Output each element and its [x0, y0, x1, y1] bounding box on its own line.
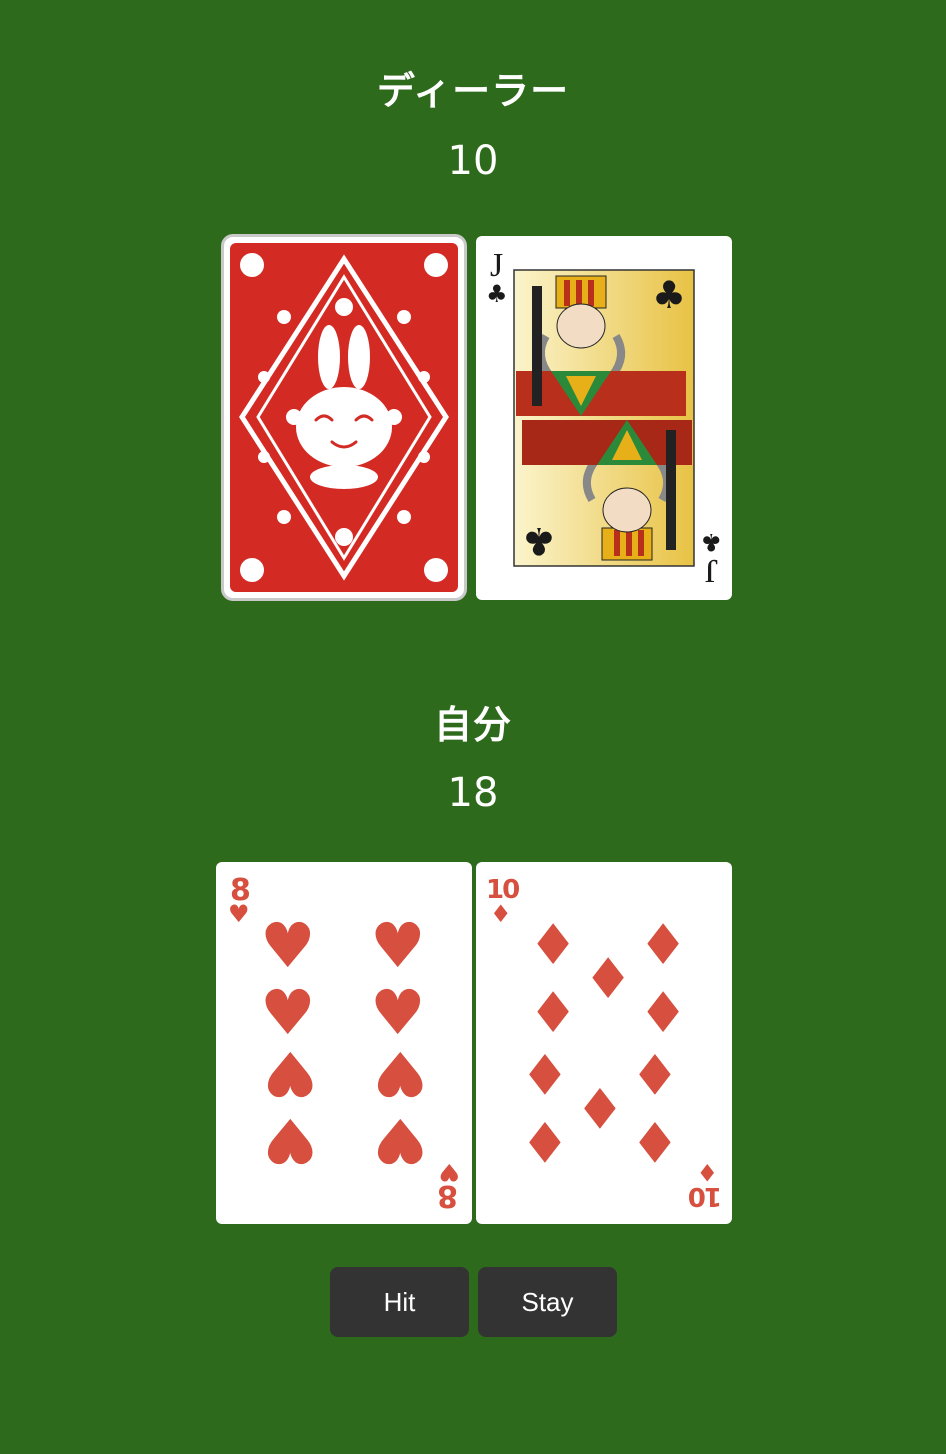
svg-text:J: J	[705, 552, 718, 589]
player-score: 18	[447, 770, 499, 816]
svg-text:♣: ♣	[652, 273, 686, 317]
player-card-8-hearts: 8 ♥ ♥ ♥ ♥ ♥ ♥ ♥ ♥ ♥ 8 ♥	[216, 862, 472, 1224]
svg-text:♦: ♦	[630, 1040, 680, 1105]
svg-text:♥: ♥	[260, 909, 316, 982]
svg-text:♥: ♥	[438, 1158, 460, 1186]
svg-text:♦: ♦	[583, 947, 633, 1012]
dealer-score: 10	[447, 138, 499, 184]
player-card-10-diamonds: 10 ♦ ♦ ♦ ♦ ♦ ♦ ♦ ♦ ♦ ♦ ♦ 10 ♦	[476, 862, 732, 1224]
dealer-header: ディーラー	[0, 60, 946, 115]
svg-text:♦: ♦	[520, 1040, 570, 1105]
svg-text:♥: ♥	[372, 1037, 428, 1110]
svg-text:♦: ♦	[520, 1108, 570, 1173]
svg-text:♥: ♥	[262, 1104, 318, 1177]
dealer-card-back	[221, 234, 467, 601]
svg-text:♦: ♦	[528, 981, 578, 1046]
stay-button[interactable]: Stay	[478, 1267, 617, 1337]
player-label: 自分	[433, 703, 512, 747]
svg-text:♥: ♥	[228, 900, 250, 928]
svg-text:♦: ♦	[630, 1108, 680, 1173]
svg-text:♦: ♦	[528, 913, 578, 978]
svg-text:♣: ♣	[486, 280, 508, 308]
player-header: 自分	[0, 694, 946, 749]
ten-diamonds-face: 10 ♦ ♦ ♦ ♦ ♦ ♦ ♦♦ ♦ ♦♦ 10 ♦	[486, 875, 722, 1211]
card-back-pattern	[230, 243, 458, 592]
dealer-label: ディーラー	[376, 69, 570, 113]
dealer-card-jack-clubs: J ♣ ♣ ♣ J ♣	[476, 236, 732, 600]
svg-text:♦: ♦	[696, 1158, 718, 1186]
svg-text:♦: ♦	[575, 1074, 625, 1139]
svg-text:♥: ♥	[262, 1037, 318, 1110]
svg-text:♣: ♣	[700, 528, 722, 556]
eight-hearts-face: 8 ♥ ♥ ♥ ♥ ♥ ♥♥ ♥♥ 8 ♥	[228, 873, 460, 1213]
svg-text:J: J	[490, 247, 503, 284]
svg-text:♥: ♥	[370, 909, 426, 982]
dealer-score-row: 10	[0, 138, 946, 184]
svg-text:♦: ♦	[638, 981, 688, 1046]
player-score-row: 18	[0, 770, 946, 816]
svg-text:♦: ♦	[490, 900, 512, 928]
svg-text:♣: ♣	[522, 519, 556, 563]
svg-text:♥: ♥	[372, 1104, 428, 1177]
jack-clubs-face: J ♣ ♣ ♣ J ♣	[486, 247, 722, 589]
svg-text:♦: ♦	[638, 913, 688, 978]
hit-button[interactable]: Hit	[330, 1267, 469, 1337]
